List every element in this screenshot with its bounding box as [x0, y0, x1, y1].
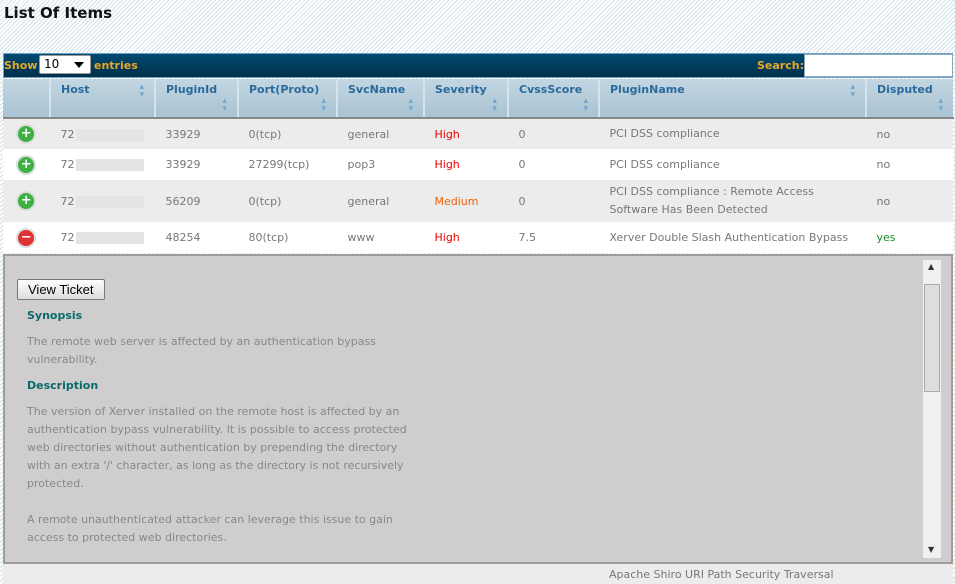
search-input[interactable] [804, 54, 953, 77]
disputed-cell: no [866, 149, 953, 180]
header-label: Disputed [877, 83, 933, 96]
chevron-down-icon [74, 62, 84, 68]
table-toolbar: Show 10 entries Search: [3, 53, 953, 78]
host-cell: 72 [50, 118, 155, 149]
host-text: 72 [60, 158, 75, 171]
port-cell: 0(tcp) [238, 118, 337, 149]
collapse-icon[interactable]: − [18, 229, 35, 246]
host-text: 72 [60, 194, 75, 208]
column-header-pluginname[interactable]: PluginName ▴ ▾ [599, 79, 867, 119]
cvss-cell: 0 [508, 149, 599, 180]
cvss-cell: 0 [508, 118, 599, 149]
scroll-up-icon[interactable]: ▲ [928, 262, 934, 271]
cvss-cell: 7.5 [508, 222, 599, 253]
expand-icon[interactable]: + [18, 156, 35, 173]
page-title: List Of Items [4, 4, 113, 22]
sort-icon[interactable]: ▴ ▾ [492, 97, 497, 114]
table-row[interactable]: + 72 56209 0(tcp) general Medium 0 PCI D… [3, 180, 953, 222]
description-text: The version of Xerver installed on the r… [27, 405, 407, 490]
description-text-2: A remote unauthenticated attacker can le… [27, 513, 393, 544]
severity-cell: High [424, 222, 508, 253]
sort-icon[interactable]: ▴ ▾ [938, 97, 943, 114]
scroll-down-icon[interactable]: ▼ [928, 545, 934, 554]
redacted-host [75, 232, 144, 244]
plugin-id-cell: 56209 [155, 180, 238, 222]
expand-column-header [3, 79, 51, 119]
host-cell: 72 [50, 222, 155, 253]
column-header-cvssscore[interactable]: CvssScore ▴ ▾ [508, 79, 600, 119]
header-label: PluginName [610, 83, 685, 96]
sort-icon[interactable]: ▴ ▾ [583, 97, 588, 114]
column-header-port[interactable]: Port(Proto) ▴ ▾ [238, 79, 338, 119]
svc-cell: general [337, 118, 424, 149]
entries-value: 10 [44, 57, 60, 71]
header-label: Host [61, 83, 90, 96]
entries-label: entries [94, 59, 138, 72]
show-label: Show [4, 59, 38, 72]
items-table: Host ▴ ▾ PluginId ▴ ▾ Port(Proto) ▴ ▾ SvcName ▴… [3, 79, 954, 253]
svc-cell: www [337, 222, 424, 253]
disputed-cell: no [866, 118, 953, 149]
column-header-disputed[interactable]: Disputed ▴ ▾ [866, 79, 953, 119]
redacted-host [75, 128, 144, 141]
redacted-host [75, 159, 144, 171]
column-header-pluginid[interactable]: PluginId ▴ ▾ [155, 79, 239, 119]
host-cell: 72 [50, 180, 155, 222]
severity-cell: Medium [424, 180, 508, 222]
sort-icon[interactable]: ▴ ▾ [321, 97, 326, 114]
column-header-svcname[interactable]: SvcName ▴ ▾ [337, 79, 425, 119]
port-cell: 27299(tcp) [238, 149, 337, 180]
scrollbar-thumb[interactable] [924, 284, 940, 392]
sort-icon[interactable]: ▴ ▾ [408, 97, 413, 114]
detail-scrollbar[interactable]: ▲ ▼ [923, 260, 941, 558]
table-row: Apache Shiro URI Path Security Traversal [3, 564, 953, 584]
sort-icon[interactable]: ▴ ▾ [139, 83, 144, 100]
plugin-name-cell: PCI DSS compliance [599, 149, 866, 180]
column-header-severity[interactable]: Severity ▴ ▾ [424, 79, 509, 119]
host-text: 72 [60, 231, 75, 244]
row-detail-panel: View Ticket Synopsis The remote web serv… [3, 254, 953, 564]
description-heading: Description [27, 379, 99, 392]
plugin-name-cell: Xerver Double Slash Authentication Bypas… [599, 222, 866, 253]
svc-cell: general [337, 180, 424, 222]
plugin-name-cell: PCI DSS compliance [599, 118, 866, 149]
plugin-id-cell: 33929 [155, 118, 238, 149]
disputed-cell: no [866, 180, 953, 222]
column-header-host[interactable]: Host ▴ ▾ [50, 79, 156, 119]
entries-select[interactable]: 10 [39, 55, 91, 74]
port-cell: 0(tcp) [238, 180, 337, 222]
search-label: Search: [757, 59, 804, 72]
plugin-id-cell: 33929 [155, 149, 238, 180]
sort-icon[interactable]: ▴ ▾ [850, 83, 855, 100]
cvss-cell: 0 [508, 180, 599, 222]
plugin-name-cell: PCI DSS compliance : Remote Access Softw… [599, 180, 866, 222]
port-cell: 80(tcp) [238, 222, 337, 253]
expand-icon[interactable]: + [18, 193, 35, 209]
header-label: PluginId [166, 83, 218, 96]
severity-cell: High [424, 118, 508, 149]
view-ticket-button[interactable]: View Ticket [17, 279, 105, 300]
plugin-name: Apache Shiro URI Path Security Traversal [609, 568, 834, 581]
header-label: Port(Proto) [249, 83, 320, 96]
plugin-id-cell: 48254 [155, 222, 238, 253]
host-text: 72 [60, 127, 75, 141]
expand-icon[interactable]: + [18, 126, 35, 142]
host-cell: 72 [50, 149, 155, 180]
sort-icon[interactable]: ▴ ▾ [222, 97, 227, 114]
synopsis-heading: Synopsis [27, 309, 83, 322]
header-label: Severity [435, 83, 487, 96]
synopsis-text: The remote web server is affected by an … [27, 335, 376, 366]
header-label: CvssScore [519, 83, 583, 96]
severity-cell: High [424, 149, 508, 180]
table-row[interactable]: + 72 33929 0(tcp) general High 0 PCI DSS… [3, 118, 953, 149]
svc-cell: pop3 [337, 149, 424, 180]
disputed-cell: yes [866, 222, 953, 253]
table-row[interactable]: − 72 48254 80(tcp) www High 7.5 Xerver D… [3, 222, 953, 253]
table-row[interactable]: + 72 33929 27299(tcp) pop3 High 0 PCI DS… [3, 149, 953, 180]
header-label: SvcName [348, 83, 406, 96]
redacted-host [75, 195, 144, 208]
